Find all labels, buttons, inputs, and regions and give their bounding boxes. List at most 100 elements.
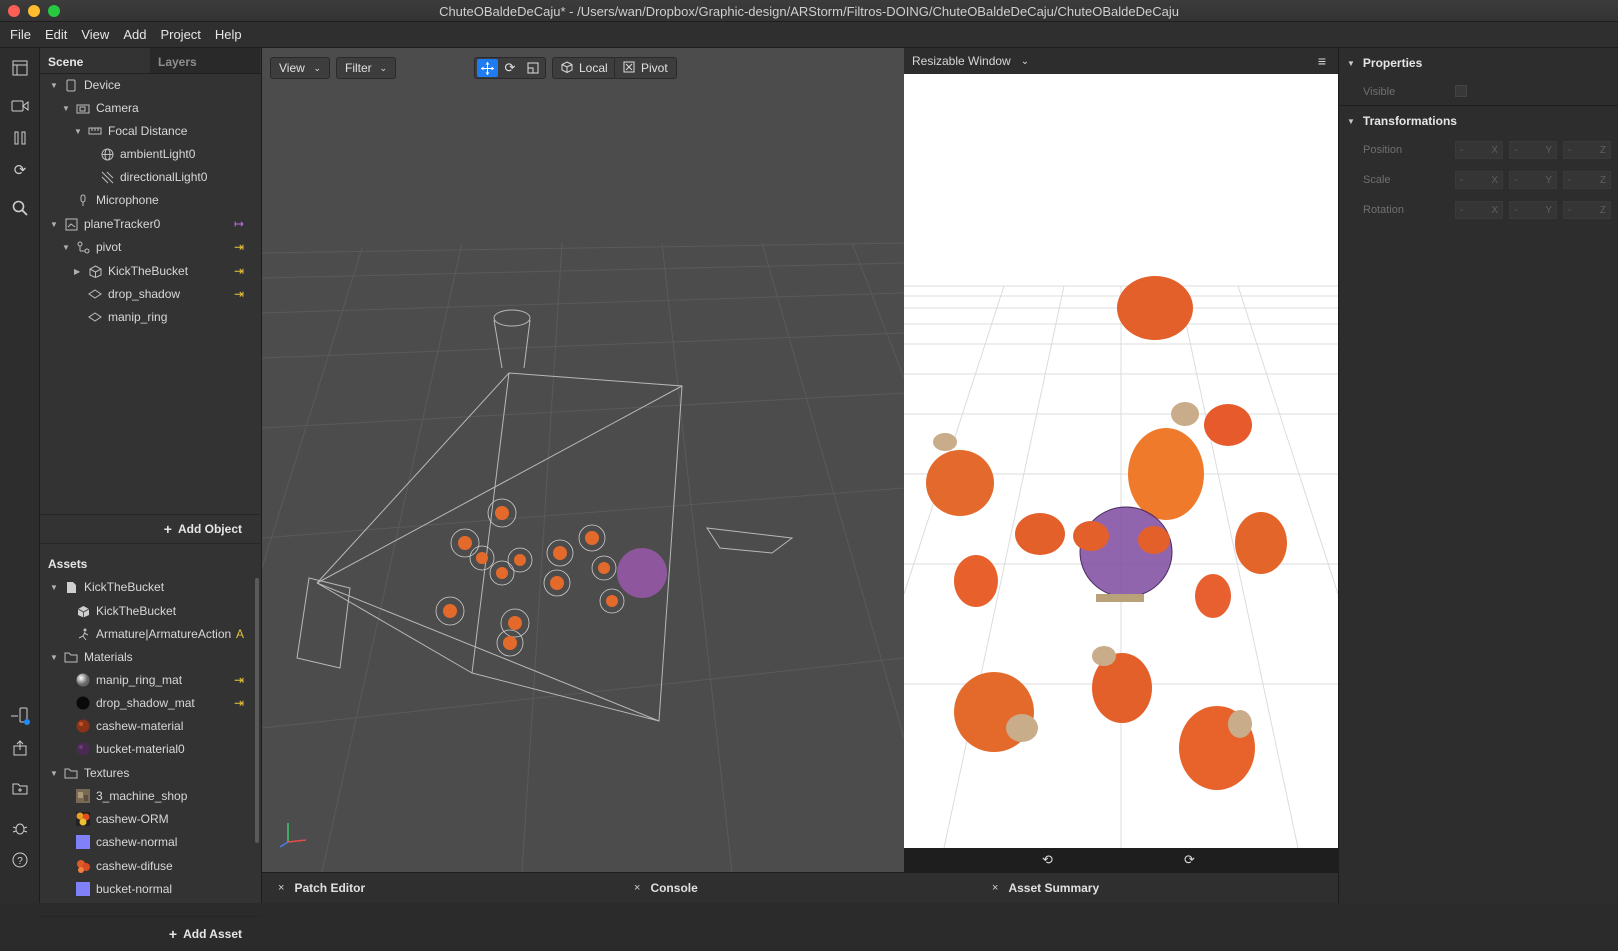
close-icon[interactable]: × xyxy=(634,882,640,894)
tree-item-camera[interactable]: ▼ Camera xyxy=(62,97,139,119)
layout-icon[interactable] xyxy=(10,58,30,78)
rotation-z-field[interactable]: -Z xyxy=(1563,201,1611,219)
asset-item[interactable]: manip_ring_mat ⇥ xyxy=(76,669,244,691)
pause-icon[interactable] xyxy=(10,128,30,148)
asset-item[interactable]: 3_machine_shop xyxy=(76,785,187,807)
collapse-icon[interactable]: ▼ xyxy=(50,81,60,90)
collapse-icon[interactable]: ▼ xyxy=(50,583,60,592)
tab-asset-summary[interactable]: × Asset Summary xyxy=(992,881,1099,895)
collapse-icon[interactable]: ▼ xyxy=(62,243,72,252)
tree-item-plane-tracker[interactable]: ▼ planeTracker0 ↦ xyxy=(50,213,244,235)
rotate-device-icon[interactable]: ⟳ xyxy=(1184,852,1195,868)
transform-tools: ⟳ xyxy=(474,57,546,79)
scale-y-field[interactable]: -Y xyxy=(1509,171,1557,189)
share-icon[interactable] xyxy=(10,738,30,758)
simulator-preview[interactable] xyxy=(904,74,1338,848)
search-icon[interactable] xyxy=(10,198,30,218)
filter-dropdown[interactable]: Filter ⌄ xyxy=(336,57,396,79)
tree-item-microphone[interactable]: Microphone xyxy=(76,189,159,211)
menu-view[interactable]: View xyxy=(81,27,109,42)
linked-arrow-icon: ↦ xyxy=(233,217,244,231)
menu-edit[interactable]: Edit xyxy=(45,27,67,42)
position-x-field[interactable]: -X xyxy=(1455,141,1503,159)
tab-scene[interactable]: Scene xyxy=(40,48,150,73)
help-icon[interactable]: ? xyxy=(10,850,30,870)
tree-item-focal-distance[interactable]: ▼ Focal Distance xyxy=(74,120,187,142)
restart-icon[interactable]: ⟲ xyxy=(1042,852,1053,868)
collapse-icon[interactable]: ▼ xyxy=(74,127,84,136)
asset-item[interactable]: cashew-normal xyxy=(76,831,177,853)
tree-item-pivot[interactable]: ▼ pivot ⇥ xyxy=(62,236,244,258)
position-y-field[interactable]: -Y xyxy=(1509,141,1557,159)
tree-item-drop-shadow[interactable]: drop_shadow ⇥ xyxy=(88,283,244,305)
tab-layers[interactable]: Layers xyxy=(150,48,260,73)
tree-item-ambient-light[interactable]: ambientLight0 xyxy=(100,143,195,165)
scene-viewport[interactable]: View ⌄ Filter ⌄ ⟳ Local Pivot xyxy=(262,48,904,872)
close-icon[interactable]: × xyxy=(278,882,284,894)
folder-add-icon[interactable] xyxy=(10,778,30,798)
device-select-label[interactable]: Resizable Window xyxy=(912,54,1011,68)
asset-item[interactable]: KickTheBucket xyxy=(76,600,176,622)
pivot-toggle[interactable]: Pivot xyxy=(614,57,677,79)
bug-icon[interactable] xyxy=(10,818,30,838)
file-icon xyxy=(64,580,78,594)
scale-tool-icon[interactable] xyxy=(522,59,543,77)
menu-help[interactable]: Help xyxy=(215,27,242,42)
asset-folder-textures[interactable]: ▼ Textures xyxy=(50,762,129,784)
asset-label: cashew-ORM xyxy=(96,812,169,826)
view-dropdown[interactable]: View ⌄ xyxy=(270,57,330,79)
asset-item[interactable]: bucket-material0 xyxy=(76,738,185,760)
tree-item-kickthebucket[interactable]: ▶ KickTheBucket ⇥ xyxy=(74,260,244,282)
move-tool-icon[interactable] xyxy=(477,59,498,77)
tree-item-manip-ring[interactable]: manip_ring xyxy=(88,306,167,328)
refresh-icon[interactable]: ⟳ xyxy=(10,160,30,180)
menu-file[interactable]: File xyxy=(10,27,31,42)
viewport-canvas[interactable] xyxy=(262,48,904,872)
asset-item[interactable]: bucket-normal xyxy=(76,878,172,900)
visible-checkbox[interactable] xyxy=(1455,85,1467,97)
menu-icon[interactable]: ≡ xyxy=(1318,53,1326,69)
asset-item[interactable]: ▼ KickTheBucket xyxy=(50,576,164,598)
asset-item[interactable]: cashew-difuse xyxy=(76,855,173,877)
rotate-tool-icon[interactable]: ⟳ xyxy=(500,59,521,77)
collapse-icon[interactable]: ▼ xyxy=(1347,117,1355,126)
close-icon[interactable]: × xyxy=(992,882,998,894)
collapse-icon[interactable]: ▼ xyxy=(50,769,60,778)
collapse-icon[interactable]: ▼ xyxy=(50,653,60,662)
asset-item[interactable]: cashew-ORM xyxy=(76,808,169,830)
add-asset-button[interactable]: + Add Asset xyxy=(40,916,262,951)
preview-header: Resizable Window ⌄ ≡ xyxy=(904,48,1338,74)
tab-console[interactable]: × Console xyxy=(634,881,698,895)
device-preview-icon[interactable] xyxy=(10,706,30,726)
transformations-section[interactable]: ▼ Transformations xyxy=(1347,114,1457,128)
collapse-icon[interactable]: ▼ xyxy=(62,104,72,113)
scale-z-field[interactable]: -Z xyxy=(1563,171,1611,189)
properties-section[interactable]: ▼ Properties xyxy=(1347,56,1422,70)
scale-x-field[interactable]: -X xyxy=(1455,171,1503,189)
rotation-x-field[interactable]: -X xyxy=(1455,201,1503,219)
asset-folder-materials[interactable]: ▼ Materials xyxy=(50,646,133,668)
menu-project[interactable]: Project xyxy=(160,27,200,42)
asset-item[interactable]: Armature|ArmatureAction A xyxy=(76,623,244,645)
bucket-object xyxy=(617,548,667,598)
expand-icon[interactable]: ▶ xyxy=(74,267,84,276)
tab-patch-editor[interactable]: × Patch Editor xyxy=(278,881,365,895)
collapse-icon[interactable]: ▼ xyxy=(1347,59,1355,68)
add-object-button[interactable]: + Add Object xyxy=(40,514,262,544)
asset-label: cashew-difuse xyxy=(96,859,173,873)
menu-add[interactable]: Add xyxy=(123,27,146,42)
asset-item[interactable]: cashew-material xyxy=(76,715,183,737)
chevron-down-icon[interactable]: ⌄ xyxy=(1021,56,1029,67)
tree-item-device[interactable]: ▼ Device xyxy=(50,74,121,96)
collapse-icon[interactable]: ▼ xyxy=(50,220,60,229)
assets-scrollbar[interactable] xyxy=(255,578,259,843)
tree-label: Camera xyxy=(96,101,139,115)
tree-label: KickTheBucket xyxy=(108,264,189,278)
position-z-field[interactable]: -Z xyxy=(1563,141,1611,159)
device-icon xyxy=(64,78,78,92)
video-icon[interactable] xyxy=(10,96,30,116)
tree-item-directional-light[interactable]: directionalLight0 xyxy=(100,166,207,188)
local-toggle[interactable]: Local xyxy=(552,57,617,79)
rotation-y-field[interactable]: -Y xyxy=(1509,201,1557,219)
asset-item[interactable]: drop_shadow_mat ⇥ xyxy=(76,692,244,714)
